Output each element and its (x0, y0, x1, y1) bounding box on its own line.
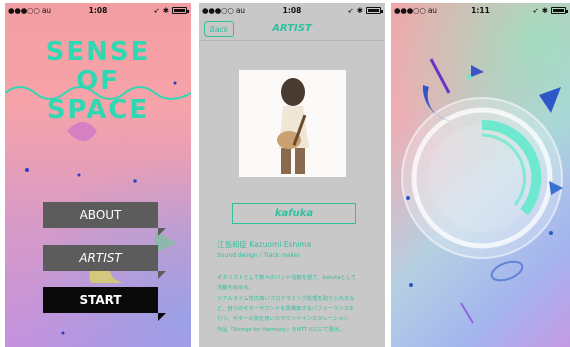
status-bar: ●●●○○ au 1:08 ➶ ✱ (5, 3, 191, 17)
logo-line-3: SPACE (46, 95, 150, 125)
logo-line-2: OF (76, 66, 120, 96)
bio-line: ど、自らのギターサウンドを再構築するパフォーマンスを (217, 305, 355, 312)
artist-bio: ギタリストとして数々のバンド活動を経て、kafukaとして 活動を始める。 リア… (217, 273, 381, 335)
bio-line: 行う。ギターの弦を用いたサウンドインスタレーション (217, 316, 349, 323)
bluetooth-icon: ✱ (541, 6, 548, 15)
artist-button[interactable]: ARTIST (43, 245, 166, 279)
location-icon: ➶ (532, 6, 539, 15)
nav-bar: Back ARTIST (199, 17, 385, 41)
home-screen: SENSE OF SPACE ●●●○○ au 1:08 ➶ ✱ ABOUT A… (5, 3, 191, 347)
bio-line: 活動を始める。 (217, 285, 255, 292)
location-icon: ➶ (153, 6, 160, 15)
artist-name-box: kafuka (232, 203, 356, 224)
page-title: ARTIST (272, 23, 312, 34)
bio-line: ギタリストとして数々のバンド活動を経て、kafukaとして (217, 275, 357, 281)
bluetooth-icon: ✱ (162, 6, 169, 15)
status-bar: ●●●○○ au 1:08 ➶ ✱ (199, 3, 385, 17)
location-icon: ➶ (347, 6, 354, 15)
experience-screen: ●●●○○ au 1:11 ➶ ✱ (391, 3, 570, 347)
about-button[interactable]: ABOUT (43, 202, 166, 236)
bio-line: リアルタイム性の高いプログラミング処理を取り入れるな (217, 295, 355, 302)
battery-icon (172, 7, 189, 14)
artist-full-name: 江島和臣 Kazuomi Eshima (217, 240, 312, 249)
artist-screen: ●●●○○ au 1:08 ➶ ✱ Back ARTIST kafuka 江島和… (199, 3, 385, 347)
artist-photo (239, 70, 346, 177)
status-icons: ➶ ✱ (347, 6, 383, 15)
bio-line: 作品「Strings for Harmony」をNTT ICCにて展示。 (217, 326, 345, 333)
battery-icon (551, 7, 568, 14)
logo-line-1: SENSE (45, 37, 151, 67)
sound-visualization[interactable] (391, 3, 570, 347)
artist-photo-illustration (239, 70, 346, 177)
status-icons: ➶ ✱ (153, 6, 189, 15)
status-icons: ➶ ✱ (532, 6, 568, 15)
battery-icon (366, 7, 383, 14)
start-button[interactable]: START (43, 287, 166, 321)
bluetooth-icon: ✱ (356, 6, 363, 15)
artist-role: Sound design / Track maker (217, 252, 301, 259)
status-bar: ●●●○○ au 1:11 ➶ ✱ (391, 3, 570, 17)
